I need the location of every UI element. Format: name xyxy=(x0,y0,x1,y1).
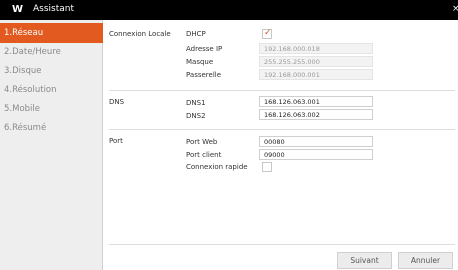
sidebar-item-mobile[interactable]: 5.Mobile xyxy=(0,99,103,119)
main-panel: Connexion Locale DHCP ✓ Adresse IP 192.1… xyxy=(104,20,458,270)
ip-address-label: Adresse IP xyxy=(186,45,223,53)
section-label-dns: DNS xyxy=(109,98,125,106)
dns2-input[interactable]: 168.126.063.002 xyxy=(259,109,373,120)
section-label-port: Port xyxy=(109,137,123,145)
client-port-label: Port client xyxy=(186,151,222,159)
cancel-button[interactable]: Annuler xyxy=(398,252,453,269)
next-button[interactable]: Suivant xyxy=(337,252,392,269)
logo-icon: W xyxy=(12,4,24,15)
dns1-label: DNS1 xyxy=(186,99,206,107)
dhcp-checkbox[interactable]: ✓ xyxy=(262,28,272,39)
client-port-input[interactable]: 09000 xyxy=(259,149,373,160)
section-divider xyxy=(109,129,455,130)
footer-divider xyxy=(109,244,455,245)
gateway-field: 192.168.000.001 xyxy=(259,69,373,80)
mask-field: 255.255.255.000 xyxy=(259,56,373,67)
sidebar: 1.Réseau 2.Date/Heure 3.Disque 4.Résolut… xyxy=(0,20,103,270)
web-port-label: Port Web xyxy=(186,138,218,146)
sidebar-item-disque[interactable]: 3.Disque xyxy=(0,61,103,81)
fast-connection-label: Connexion rapide xyxy=(186,163,248,171)
sidebar-item-resolution[interactable]: 4.Résolution xyxy=(0,80,103,100)
web-port-input[interactable]: 00080 xyxy=(259,136,373,147)
title-bar: W Assistant × xyxy=(0,0,458,20)
close-icon[interactable]: × xyxy=(452,3,458,16)
section-divider xyxy=(109,90,455,91)
section-label-connexion: Connexion Locale xyxy=(109,30,171,38)
fast-connection-checkbox[interactable] xyxy=(262,162,272,172)
dns1-input[interactable]: 168.126.063.001 xyxy=(259,96,373,107)
ip-address-field: 192.168.000.018 xyxy=(259,43,373,54)
window-title: Assistant xyxy=(33,4,75,14)
sidebar-item-reseau[interactable]: 1.Réseau xyxy=(0,23,103,43)
dhcp-label: DHCP xyxy=(186,30,206,38)
sidebar-item-resume[interactable]: 6.Résumé xyxy=(0,118,103,138)
mask-label: Masque xyxy=(186,58,214,66)
check-icon: ✓ xyxy=(264,28,272,38)
sidebar-item-date-heure[interactable]: 2.Date/Heure xyxy=(0,42,103,62)
dns2-label: DNS2 xyxy=(186,112,206,120)
gateway-label: Passerelle xyxy=(186,71,222,79)
